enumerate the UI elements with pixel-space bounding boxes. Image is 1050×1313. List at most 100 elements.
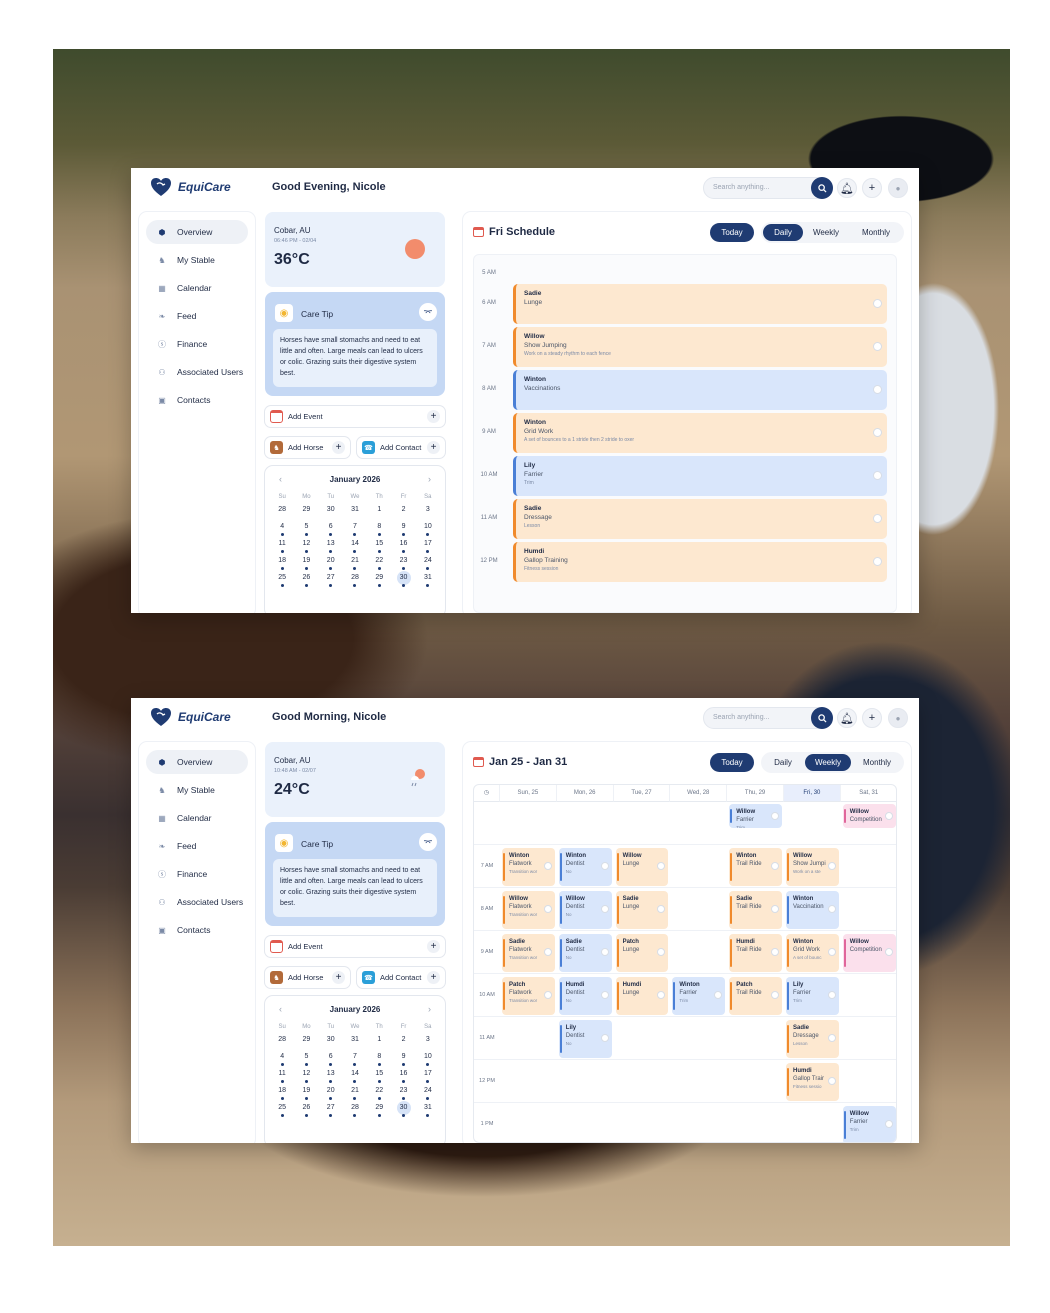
calendar-day[interactable]: 29: [367, 1101, 391, 1118]
schedule-event[interactable]: Patch Lunge: [615, 934, 669, 972]
calendar-day[interactable]: 29: [367, 571, 391, 588]
day-header[interactable]: Fri, 30: [784, 785, 841, 802]
complete-checkbox[interactable]: [600, 991, 609, 999]
search-button[interactable]: [811, 177, 833, 199]
calendar-day[interactable]: 25: [270, 1101, 294, 1118]
tab-weekly[interactable]: Weekly: [805, 224, 847, 241]
complete-checkbox[interactable]: [884, 1120, 893, 1128]
calendar-day[interactable]: 22: [367, 554, 391, 571]
complete-checkbox[interactable]: [543, 948, 552, 956]
calendar-day[interactable]: 17: [416, 1067, 440, 1084]
add-contact-button[interactable]: ☎ Add Contact +: [357, 967, 445, 988]
add-event-button[interactable]: Add Event +: [265, 406, 445, 427]
calendar-day[interactable]: 27: [319, 1101, 343, 1118]
complete-checkbox[interactable]: [657, 905, 666, 913]
schedule-event[interactable]: Winton Grid Work A set of bounc: [786, 934, 839, 972]
calendar-day[interactable]: 21: [343, 1084, 367, 1101]
complete-checkbox[interactable]: [827, 862, 836, 870]
calendar-day[interactable]: 6: [319, 520, 343, 537]
chevron-right-icon[interactable]: ›: [428, 474, 431, 484]
calendar-day[interactable]: 16: [391, 1067, 415, 1084]
calendar-day[interactable]: 13: [319, 537, 343, 554]
calendar-day[interactable]: 17: [416, 537, 440, 554]
sidebar-item-associated-users[interactable]: ⚇ Associated Users: [146, 360, 248, 384]
sidebar-item-overview[interactable]: ⬢ Overview: [146, 750, 248, 774]
complete-checkbox[interactable]: [873, 514, 882, 523]
schedule-event[interactable]: Winton Farrier Trim: [672, 977, 726, 1015]
sidebar-item-calendar[interactable]: ▦ Calendar: [146, 276, 248, 300]
calendar-day[interactable]: 31: [416, 571, 440, 588]
complete-checkbox[interactable]: [884, 812, 893, 820]
calendar-day[interactable]: 28: [270, 1033, 294, 1050]
schedule-event[interactable]: Winton Flatwork Transition wor: [502, 848, 555, 886]
calendar-day[interactable]: 11: [270, 1067, 294, 1084]
sidebar-item-feed[interactable]: ❧ Feed: [146, 834, 248, 858]
schedule-event[interactable]: Humdi Gallop Trair Fitness sessio: [786, 1063, 839, 1101]
calendar-day[interactable]: 14: [343, 1067, 367, 1084]
complete-checkbox[interactable]: [873, 299, 882, 308]
schedule-event[interactable]: Sadie Flatwork Transition wor: [502, 934, 555, 972]
complete-checkbox[interactable]: [884, 948, 893, 956]
complete-checkbox[interactable]: [600, 1034, 609, 1042]
calendar-day[interactable]: 3: [416, 503, 440, 520]
add-horse-button[interactable]: ♞ Add Horse +: [265, 967, 350, 988]
calendar-day[interactable]: 31: [343, 503, 367, 520]
calendar-day[interactable]: 6: [319, 1050, 343, 1067]
schedule-event[interactable]: Willow Lunge: [615, 848, 669, 886]
calendar-day[interactable]: 21: [343, 554, 367, 571]
today-button[interactable]: Today: [710, 753, 754, 772]
schedule-event[interactable]: Sadie Lunge: [615, 891, 669, 929]
calendar-day[interactable]: 5: [294, 1050, 318, 1067]
calendar-day[interactable]: 12: [294, 1067, 318, 1084]
add-button[interactable]: +: [862, 708, 882, 728]
calendar-day[interactable]: 10: [416, 520, 440, 537]
schedule-event[interactable]: Willow Dentist No: [558, 891, 612, 929]
sidebar-item-my-stable[interactable]: ♞ My Stable: [146, 248, 248, 272]
logo[interactable]: EquiCare: [150, 707, 231, 727]
schedule-event[interactable]: Sadie Dressage Lesson: [786, 1020, 839, 1058]
schedule-event[interactable]: Winton Vaccinations: [513, 370, 887, 410]
schedule-event[interactable]: Winton Vaccination: [786, 891, 839, 929]
complete-checkbox[interactable]: [543, 991, 552, 999]
schedule-event[interactable]: Sadie Dentist No: [558, 934, 612, 972]
calendar-day[interactable]: 2: [391, 503, 415, 520]
search-button[interactable]: [811, 707, 833, 729]
complete-checkbox[interactable]: [873, 557, 882, 566]
calendar-day[interactable]: 31: [343, 1033, 367, 1050]
complete-checkbox[interactable]: [543, 905, 552, 913]
complete-checkbox[interactable]: [770, 905, 779, 913]
calendar-day[interactable]: 29: [294, 1033, 318, 1050]
day-header[interactable]: Sat, 31: [840, 785, 896, 802]
calendar-day[interactable]: 20: [319, 554, 343, 571]
calendar-day[interactable]: 2: [391, 1033, 415, 1050]
day-header[interactable]: Mon, 26: [556, 785, 614, 802]
schedule-event[interactable]: Lily Farrier Trim: [786, 977, 839, 1015]
schedule-event[interactable]: Willow Show Jumping Work on a steady rhyth…: [513, 327, 887, 367]
calendar-day[interactable]: 19: [294, 1084, 318, 1101]
complete-checkbox[interactable]: [827, 948, 836, 956]
calendar-day[interactable]: 4: [270, 520, 294, 537]
calendar-day[interactable]: 30: [391, 571, 415, 588]
schedule-event[interactable]: Winton Trail Ride: [729, 848, 782, 886]
calendar-day[interactable]: 14: [343, 537, 367, 554]
calendar-day[interactable]: 18: [270, 554, 294, 571]
calendar-day[interactable]: 29: [294, 503, 318, 520]
complete-checkbox[interactable]: [873, 471, 882, 480]
calendar-day[interactable]: 23: [391, 554, 415, 571]
calendar-day[interactable]: 1: [367, 1033, 391, 1050]
calendar-day[interactable]: 30: [319, 1033, 343, 1050]
sidebar-item-contacts[interactable]: ▣ Contacts: [146, 918, 248, 942]
calendar-day[interactable]: 15: [367, 537, 391, 554]
calendar-day[interactable]: 28: [343, 1101, 367, 1118]
calendar-day[interactable]: 5: [294, 520, 318, 537]
calendar-day[interactable]: 8: [367, 520, 391, 537]
complete-checkbox[interactable]: [600, 948, 609, 956]
sidebar-item-finance[interactable]: ⓢ Finance: [146, 332, 248, 356]
complete-checkbox[interactable]: [827, 1077, 836, 1085]
calendar-day[interactable]: 20: [319, 1084, 343, 1101]
tab-monthly[interactable]: Monthly: [851, 224, 901, 241]
complete-checkbox[interactable]: [770, 948, 779, 956]
sidebar-item-my-stable[interactable]: ♞ My Stable: [146, 778, 248, 802]
day-header[interactable]: Wed, 28: [670, 785, 728, 802]
search-input[interactable]: Search anything...: [703, 707, 833, 729]
